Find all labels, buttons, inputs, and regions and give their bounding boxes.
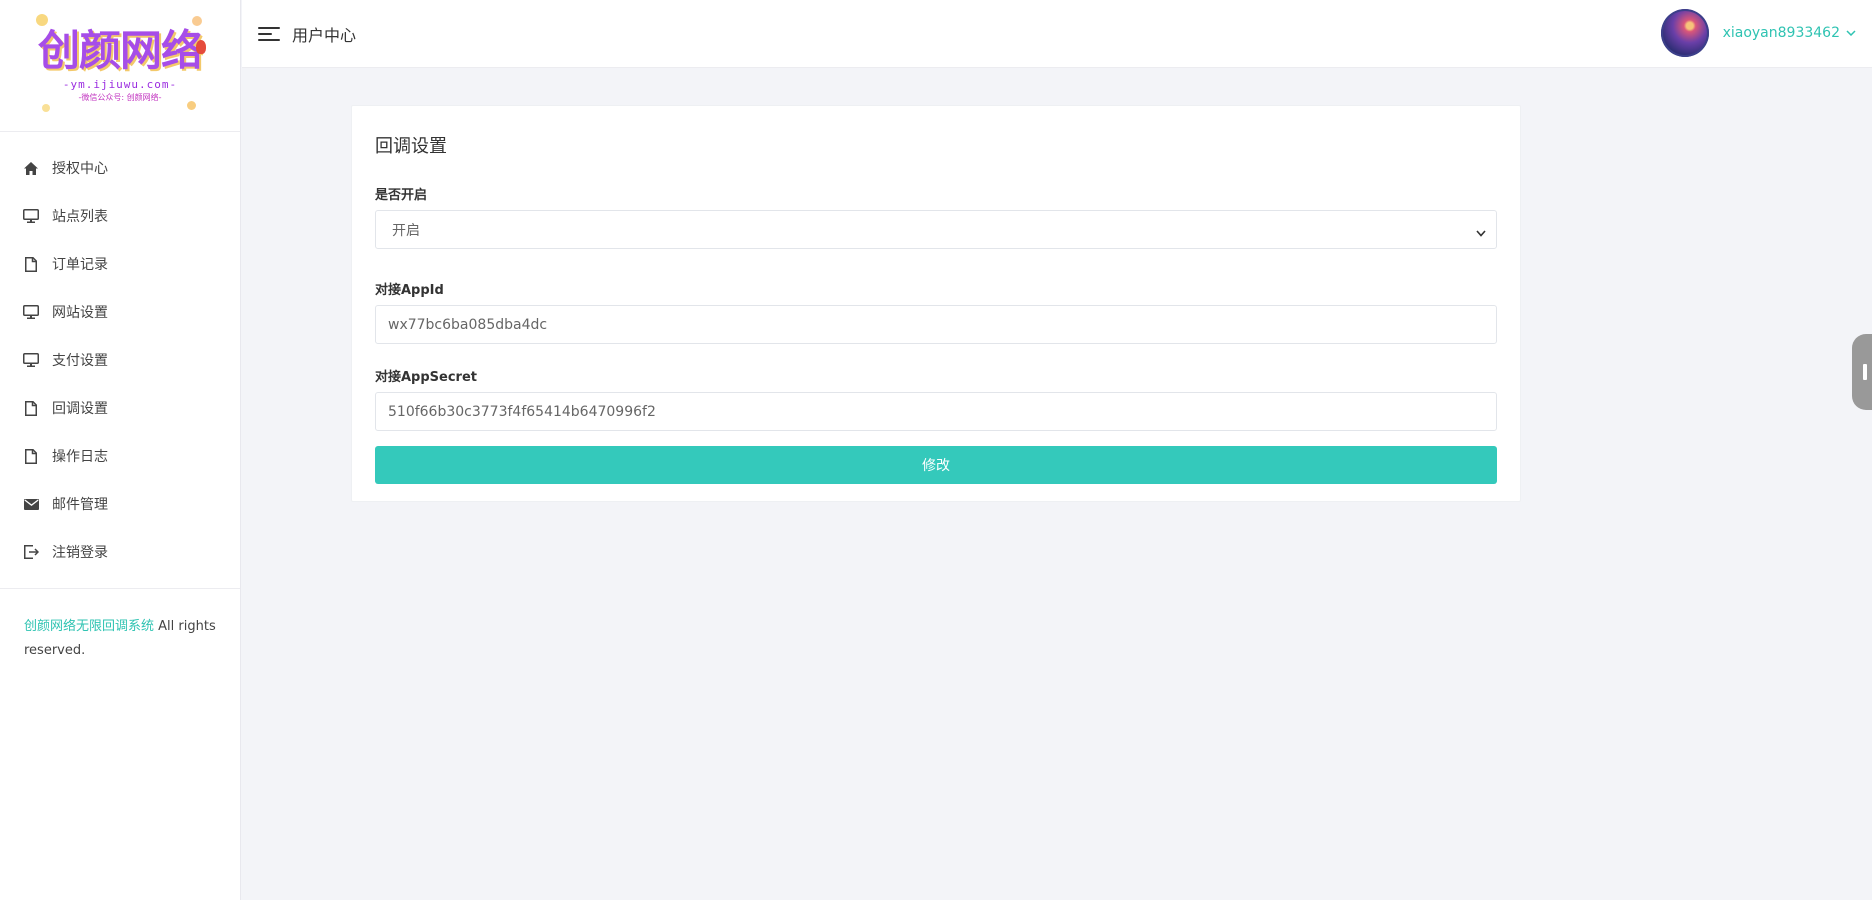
sidebar-item-label: 邮件管理: [52, 497, 108, 513]
sidebar-item-label: 授权中心: [52, 161, 108, 177]
sidebar-item-label: 支付设置: [52, 353, 108, 369]
sidebar-item-site-settings[interactable]: 网站设置: [0, 288, 240, 336]
top-header: 用户中心 xiaoyan8933462: [242, 0, 1872, 68]
file-icon: [22, 399, 40, 417]
logo-decoration: [36, 13, 48, 26]
sidebar-item-label: 操作日志: [52, 449, 108, 465]
sidebar: 创颜网络 -ym.ijiuwu.com- -微信公众号: 创颜网络- 授权中心 …: [0, 0, 241, 900]
footer-system-link[interactable]: 创颜网络无限回调系统: [24, 619, 154, 634]
menu-toggle-icon[interactable]: [258, 25, 280, 43]
logout-icon: [22, 543, 40, 561]
side-drawer-handle[interactable]: [1852, 334, 1872, 410]
logo-decoration: [192, 15, 202, 26]
logo-decoration: [42, 103, 50, 112]
logo-title: 创颜网络: [37, 25, 203, 75]
logo-area: 创颜网络 -ym.ijiuwu.com- -微信公众号: 创颜网络-: [0, 0, 240, 132]
logo-tagline: -微信公众号: 创颜网络-: [78, 93, 162, 103]
logo-decoration: [187, 100, 196, 110]
lantern-decoration: [196, 39, 206, 54]
brand-logo[interactable]: 创颜网络 -ym.ijiuwu.com- -微信公众号: 创颜网络-: [32, 10, 208, 122]
enable-label: 是否开启: [375, 188, 428, 203]
file-icon: [22, 255, 40, 273]
sidebar-item-payment-settings[interactable]: 支付设置: [0, 336, 240, 384]
card-title: 回调设置: [375, 136, 447, 157]
appsecret-label: 对接AppSecret: [375, 370, 478, 385]
appid-input[interactable]: wx77bc6ba085dba4dc: [375, 305, 1497, 344]
sidebar-item-callback-settings[interactable]: 回调设置: [0, 384, 240, 432]
mail-icon: [22, 495, 40, 513]
enable-select[interactable]: 开启: [375, 210, 1497, 249]
sidebar-item-logout[interactable]: 注销登录: [0, 528, 240, 576]
username[interactable]: xiaoyan8933462: [1723, 25, 1840, 41]
home-icon: [22, 159, 40, 177]
monitor-icon: [22, 351, 40, 369]
sidebar-item-label: 网站设置: [52, 305, 108, 321]
user-menu[interactable]: xiaoyan8933462: [1660, 9, 1856, 57]
sidebar-nav: 授权中心 站点列表 订单记录 网站设置 支付设置 回调设置 操作日志 邮件管理 …: [0, 132, 240, 576]
avatar[interactable]: [1660, 9, 1709, 57]
appsecret-input-value: 510f66b30c3773f4f65414b6470996f2: [388, 403, 656, 420]
sidebar-item-site-list[interactable]: 站点列表: [0, 192, 240, 240]
appsecret-input[interactable]: 510f66b30c3773f4f65414b6470996f2: [375, 392, 1497, 431]
monitor-icon: [22, 207, 40, 225]
appid-label: 对接AppId: [375, 283, 444, 298]
sidebar-item-auth-center[interactable]: 授权中心: [0, 144, 240, 192]
logo-domain: -ym.ijiuwu.com-: [62, 78, 178, 92]
chevron-down-icon: [1476, 225, 1486, 237]
chevron-down-icon: [1846, 28, 1856, 38]
file-icon: [22, 447, 40, 465]
sidebar-item-order-records[interactable]: 订单记录: [0, 240, 240, 288]
appid-input-value: wx77bc6ba085dba4dc: [388, 316, 548, 333]
callback-settings-card: 回调设置 是否开启 开启 对接AppId wx77bc6ba085dba4dc …: [351, 105, 1521, 502]
monitor-icon: [22, 303, 40, 321]
sidebar-item-label: 注销登录: [52, 545, 108, 561]
sidebar-item-label: 回调设置: [52, 401, 108, 417]
sidebar-item-label: 订单记录: [52, 257, 108, 273]
sidebar-item-label: 站点列表: [52, 209, 108, 225]
sidebar-item-operation-log[interactable]: 操作日志: [0, 432, 240, 480]
enable-select-value: 开启: [392, 222, 420, 239]
submit-button[interactable]: 修改: [375, 446, 1497, 484]
sidebar-footer: 创颜网络无限回调系统 All rights reserved.: [0, 588, 240, 663]
page-title: 用户中心: [292, 25, 357, 45]
sidebar-item-mail-management[interactable]: 邮件管理: [0, 480, 240, 528]
